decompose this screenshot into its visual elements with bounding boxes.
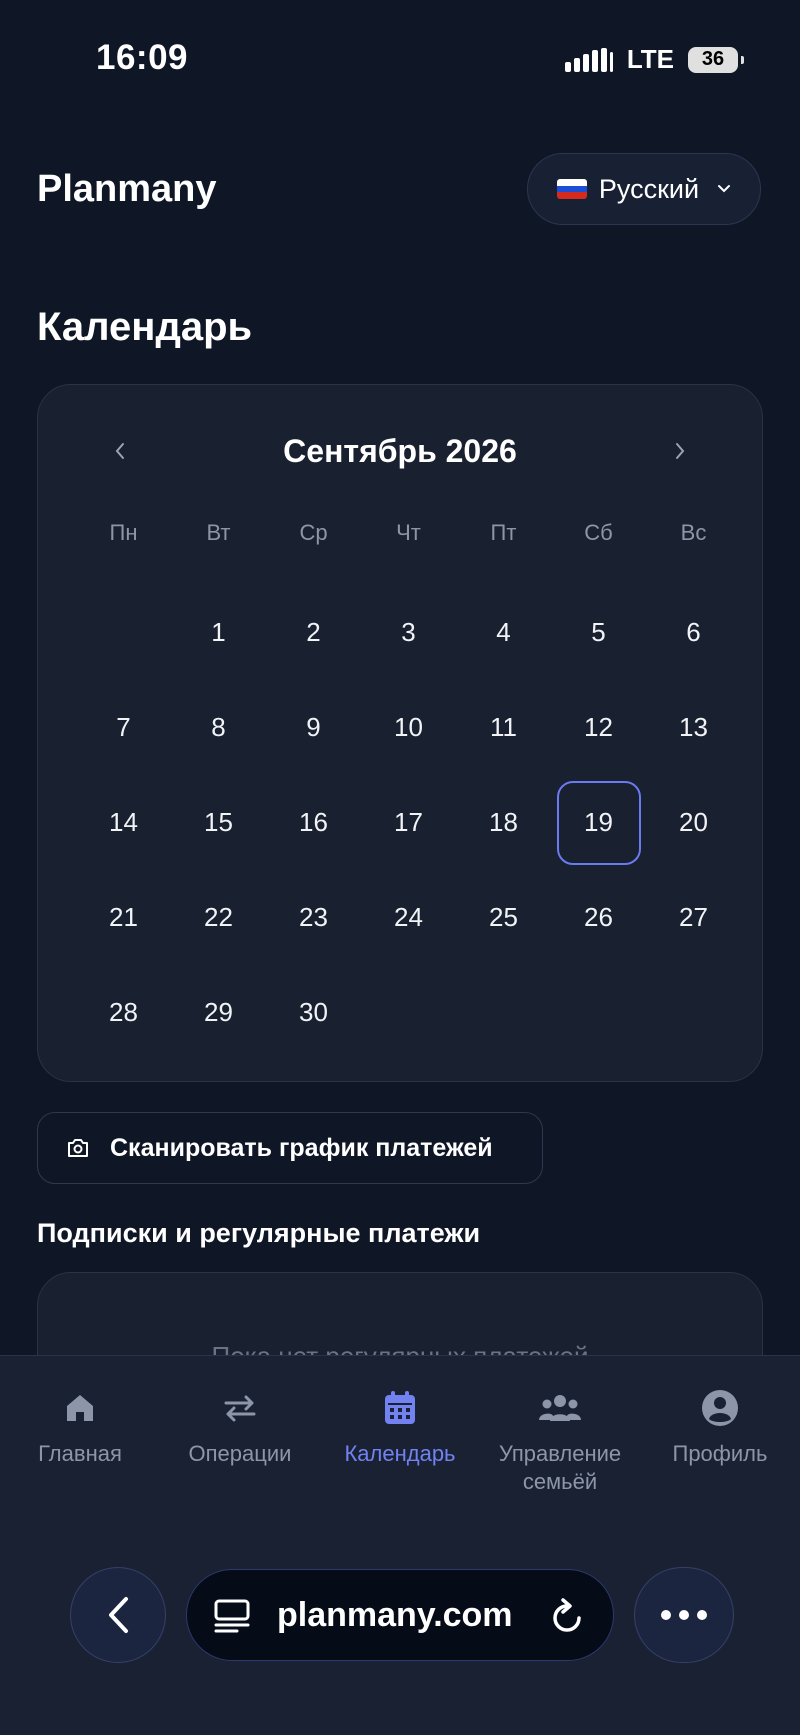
nav-item-operations[interactable]: Операции	[160, 1386, 320, 1496]
day-cell[interactable]: 29	[171, 965, 266, 1060]
day-cell[interactable]: 2	[266, 585, 361, 680]
scan-payment-schedule-button[interactable]: Сканировать график платежей	[37, 1112, 543, 1184]
day-cell[interactable]: 6	[646, 585, 741, 680]
day-cell[interactable]: 28	[76, 965, 171, 1060]
month-title: Сентябрь 2026	[283, 433, 517, 469]
day-cell[interactable]: 10	[361, 680, 456, 775]
browser-more-button[interactable]	[634, 1567, 734, 1663]
chevron-right-icon	[676, 443, 685, 459]
day-cell[interactable]: 27	[646, 870, 741, 965]
day-cell[interactable]: 8	[171, 680, 266, 775]
status-bar: 16:09 LTE 36	[0, 0, 800, 120]
nav-label-calendar: Календарь	[344, 1441, 456, 1466]
status-time: 16:09	[96, 38, 189, 77]
weekday-label: Пт	[490, 520, 517, 545]
browser-toolbar: planmany.com	[0, 1565, 800, 1665]
network-type: LTE	[626, 44, 674, 74]
nav-label-operations: Операции	[188, 1441, 292, 1466]
day-cell-empty	[76, 585, 171, 680]
browser-url: planmany.com	[277, 1596, 513, 1634]
weekday-label: Чт	[396, 520, 421, 545]
day-cell[interactable]: 21	[76, 870, 171, 965]
day-cell[interactable]: 22	[171, 870, 266, 965]
day-cell[interactable]: 17	[361, 775, 456, 870]
day-cell[interactable]: 1	[171, 585, 266, 680]
app-header: Planmany Русский	[0, 150, 800, 230]
day-cell[interactable]: 12	[551, 680, 646, 775]
day-cell[interactable]: 18	[456, 775, 551, 870]
more-dots-icon	[661, 1610, 707, 1620]
day-cell[interactable]: 25	[456, 870, 551, 965]
day-cell[interactable]: 13	[646, 680, 741, 775]
next-month-button[interactable]	[658, 429, 702, 473]
browser-back-button[interactable]	[70, 1567, 166, 1663]
nav-item-home[interactable]: Главная	[0, 1386, 160, 1496]
day-cell[interactable]: 9	[266, 680, 361, 775]
calendar-icon	[385, 1391, 415, 1424]
page-menu-icon	[214, 1599, 250, 1633]
day-cell[interactable]: 24	[361, 870, 456, 965]
day-cell[interactable]: 11	[456, 680, 551, 775]
signal-icon	[564, 47, 613, 72]
weekday-label: Сб	[584, 520, 613, 545]
day-cell[interactable]: 20	[646, 775, 741, 870]
scan-button-label: Сканировать график платежей	[110, 1133, 493, 1162]
battery-icon: 36	[688, 46, 744, 73]
day-cell[interactable]: 30	[266, 965, 361, 1060]
reload-icon[interactable]	[549, 1598, 585, 1636]
day-cell[interactable]: 23	[266, 870, 361, 965]
language-label: Русский	[598, 173, 700, 204]
language-selector[interactable]: Русский	[527, 153, 761, 225]
weekday-label: Вт	[206, 520, 231, 545]
status-indicators: LTE 36	[564, 44, 744, 75]
camera-icon	[68, 1139, 88, 1157]
day-cell[interactable]: 16	[266, 775, 361, 870]
nav-label-home: Главная	[38, 1441, 122, 1466]
battery-level: 36	[701, 48, 725, 70]
page-title: Календарь	[37, 305, 253, 349]
users-icon	[539, 1395, 581, 1421]
day-cell[interactable]: 14	[76, 775, 171, 870]
nav-item-profile[interactable]: Профиль	[640, 1386, 800, 1496]
bottom-navigation: Главная Операции Календарь Управление се…	[0, 1355, 800, 1735]
arrows-swap-icon	[224, 1395, 256, 1422]
nav-item-calendar[interactable]: Календарь	[320, 1386, 480, 1496]
day-cell[interactable]: 4	[456, 585, 551, 680]
weekday-label: Вс	[680, 520, 707, 545]
weekday-header-row: Пн Вт Ср Чт Пт Сб Вс	[76, 520, 741, 546]
day-cell[interactable]: 3	[361, 585, 456, 680]
app-logo[interactable]: Planmany	[37, 168, 217, 211]
day-cell[interactable]: 5	[551, 585, 646, 680]
nav-label-family: Управление семьёй	[498, 1441, 622, 1494]
home-icon	[67, 1395, 93, 1421]
chevron-down-icon	[718, 185, 731, 193]
browser-address-bar[interactable]: planmany.com	[186, 1569, 614, 1661]
weekday-label: Ср	[299, 520, 328, 545]
calendar-card: Сентябрь 2026 Пн Вт Ср Чт Пт Сб Вс 1 2 3 4 5 6 7 8 9 10…	[37, 384, 763, 1082]
day-cell[interactable]: 15	[171, 775, 266, 870]
day-cell[interactable]: 7	[76, 680, 171, 775]
chevron-left-icon	[109, 1597, 128, 1633]
day-cell[interactable]: 26	[551, 870, 646, 965]
subscriptions-title: Подписки и регулярные платежи	[37, 1218, 481, 1248]
user-circle-icon	[702, 1390, 738, 1426]
nav-item-family[interactable]: Управление семьёй	[480, 1386, 640, 1496]
calendar-day-grid: 1 2 3 4 5 6 7 8 9 10 11 12 13 14 15 16 17 18 19 20 21 22 23 24 2…	[76, 585, 741, 1060]
day-cell-selected[interactable]: 19	[556, 780, 641, 865]
weekday-label: Пн	[109, 520, 138, 545]
russia-flag-icon	[556, 179, 587, 199]
nav-label-profile: Профиль	[672, 1441, 768, 1466]
calendar-navigation: Сентябрь 2026	[38, 421, 762, 481]
